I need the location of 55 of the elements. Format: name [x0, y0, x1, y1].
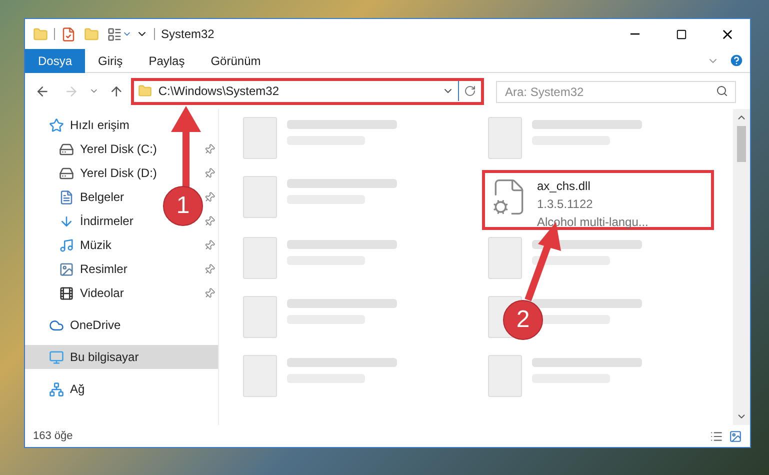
- folder-icon: [138, 84, 152, 98]
- scrollbar[interactable]: [733, 109, 750, 425]
- ribbon-tab[interactable]: Giriş: [85, 48, 136, 72]
- blurred-file-icon: [488, 117, 522, 159]
- blurred-file-icon: [488, 355, 522, 397]
- blurred-file-icon: [243, 117, 277, 159]
- document-icon: [59, 190, 74, 204]
- address-text: C:\Windows\System32: [158, 83, 280, 100]
- nav-item[interactable]: Müzik: [55, 234, 116, 256]
- ribbon-tab[interactable]: Paylaş: [136, 48, 198, 72]
- file-item[interactable]: ax_chs.dll 1.3.5.1122 Alcohol multi-langu...: [482, 170, 714, 230]
- network-icon: [49, 382, 64, 396]
- star-icon: [49, 118, 64, 132]
- nav-item[interactable]: OneDrive: [45, 314, 125, 336]
- search-icon[interactable]: [716, 85, 728, 97]
- picture-icon: [59, 262, 74, 276]
- nav-item[interactable]: Belgeler: [55, 186, 128, 208]
- monitor-icon: [49, 350, 64, 364]
- drive-icon: [59, 166, 74, 180]
- cloud-icon: [49, 318, 64, 332]
- nav-item[interactable]: İndirmeler: [55, 210, 138, 232]
- details-view-icon[interactable]: [710, 430, 723, 442]
- nav-item[interactable]: Videolar: [55, 282, 128, 304]
- blurred-file-icon: [243, 176, 277, 218]
- scroll-thumb[interactable]: [737, 126, 746, 162]
- nav-item[interactable]: Hızlı erişim: [45, 114, 134, 136]
- refresh-icon[interactable]: [464, 85, 476, 97]
- search-field[interactable]: Ara: System32: [496, 81, 736, 103]
- help-icon[interactable]: [729, 53, 744, 68]
- file-name: ax_chs.dll: [537, 178, 592, 195]
- music-note-icon: [59, 238, 74, 252]
- film-icon: [59, 286, 74, 300]
- tiles-view-icon[interactable]: [729, 430, 742, 442]
- nav-item[interactable]: Yerel Disk (D:): [55, 162, 161, 184]
- item-count: 163 öğe: [33, 428, 73, 444]
- drive-icon: [59, 142, 74, 156]
- back-icon[interactable]: [35, 84, 50, 98]
- maximize-icon: [676, 28, 686, 40]
- nav-item[interactable]: Resimler: [55, 258, 132, 280]
- nav-item[interactable]: Ağ: [45, 378, 89, 400]
- address-field[interactable]: C:\Windows\System32: [131, 78, 484, 104]
- blurred-file-icon: [488, 237, 522, 279]
- properties-icon[interactable]: [61, 26, 76, 42]
- ribbon-tab[interactable]: Dosya: [25, 48, 86, 72]
- up-icon[interactable]: [108, 84, 124, 98]
- file-detail: Alcohol multi-langu...: [537, 214, 648, 231]
- nav-item[interactable]: Yerel Disk (C:): [55, 138, 161, 160]
- download-icon: [59, 214, 74, 228]
- blurred-file-icon: [243, 237, 277, 279]
- ribbon-tab[interactable]: Görünüm: [198, 48, 274, 72]
- blurred-file-icon: [243, 296, 277, 338]
- file-detail: 1.3.5.1122: [537, 196, 594, 213]
- window-title: System32: [161, 26, 214, 43]
- blurred-file-icon: [243, 355, 277, 397]
- layout-icon[interactable]: [107, 26, 122, 42]
